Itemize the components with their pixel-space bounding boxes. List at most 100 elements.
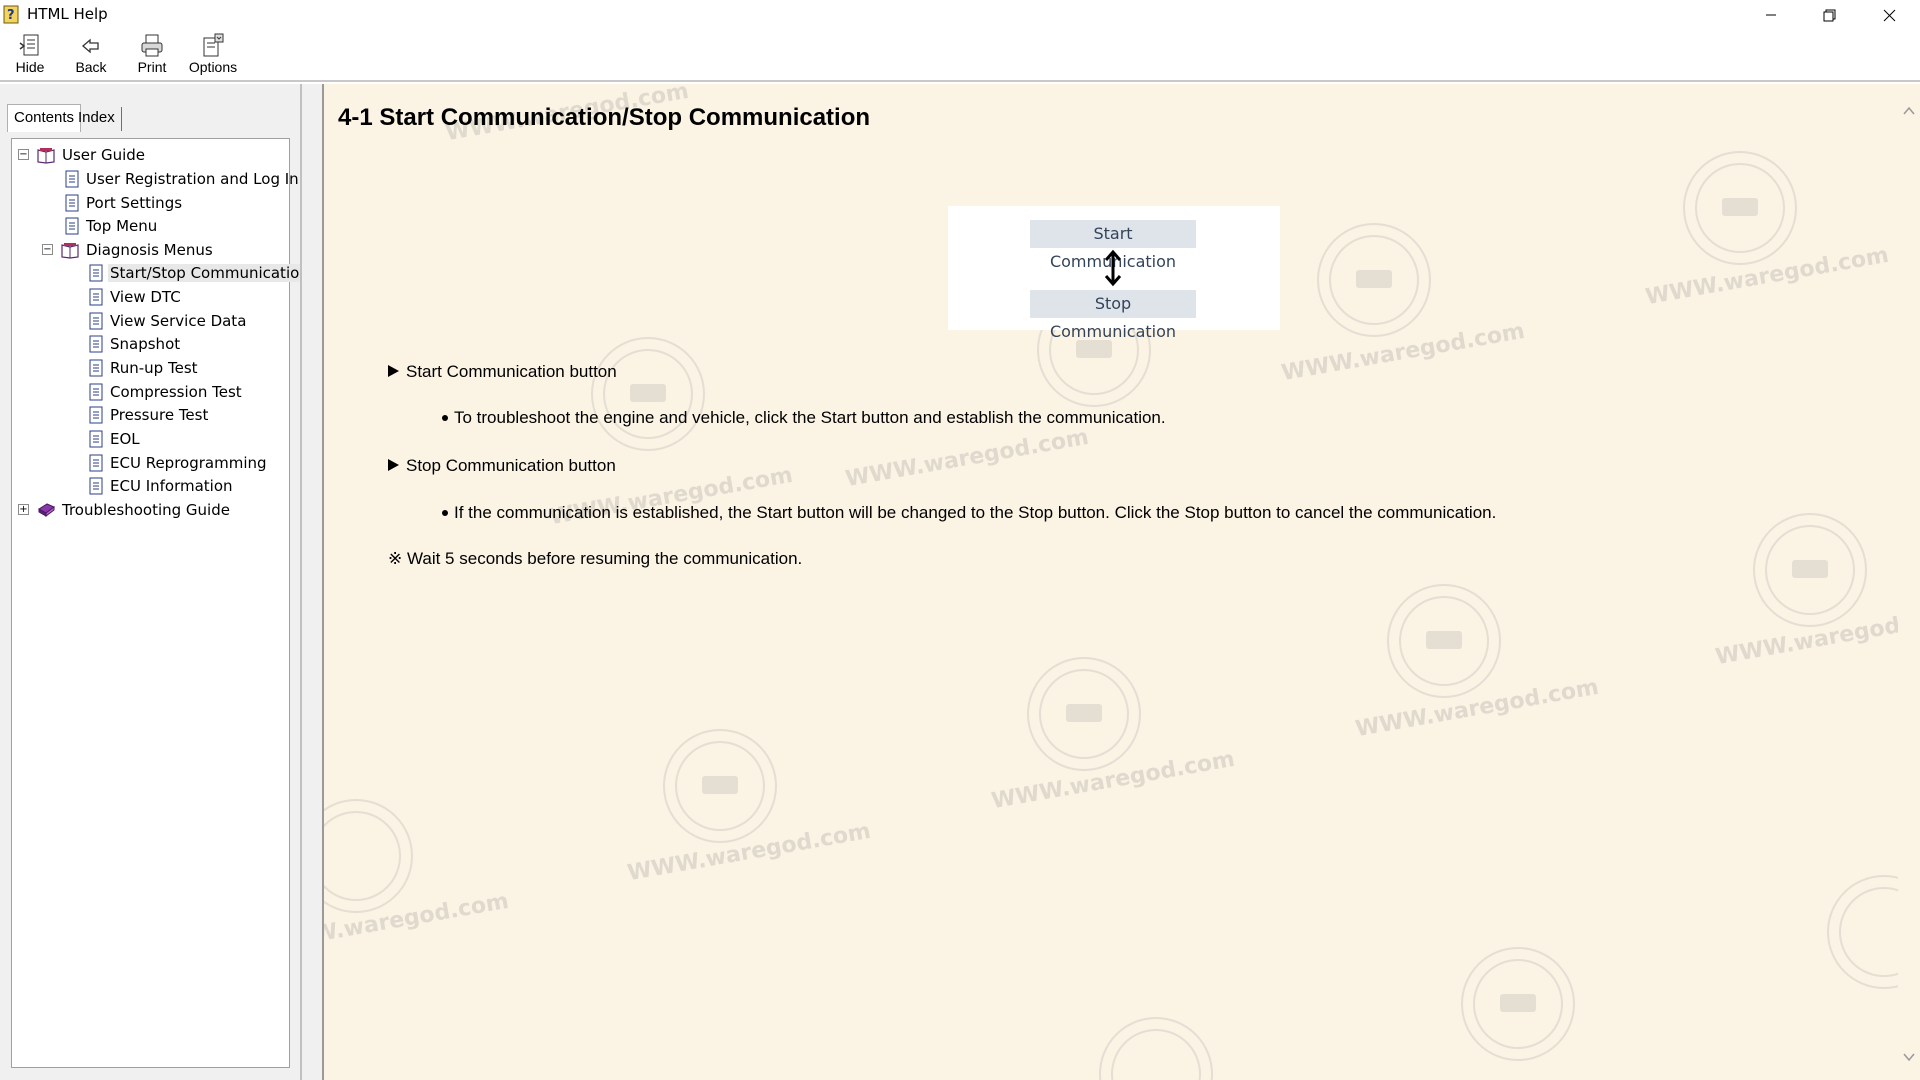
tree-label: Start/Stop Communication <box>108 264 311 282</box>
section-heading-text: Start Communication button <box>406 362 617 381</box>
communication-diagram: Start Communication Stop Communication <box>948 206 1280 341</box>
printer-icon <box>141 34 163 57</box>
tree-label: Top Menu <box>86 217 158 235</box>
section-heading-text: Stop Communication button <box>406 456 616 475</box>
tree-item-compression-test[interactable]: Compression Test <box>88 381 244 403</box>
tree-item-troubleshooting-guide[interactable]: Troubleshooting Guide <box>36 499 232 521</box>
page-icon <box>89 454 103 472</box>
page-title: 4-1 Start Communication/Stop Communicati… <box>338 104 871 131</box>
watermark-text: WWW.waregod.com <box>1279 318 1527 387</box>
watermark-text: WWW.waregod.com <box>625 818 873 887</box>
print-label: Print <box>137 59 167 75</box>
diagram-start-communication: Start Communication <box>1030 220 1196 271</box>
tree-item-snapshot[interactable]: Snapshot <box>88 333 182 355</box>
help-app-icon: ? <box>3 5 19 24</box>
back-button[interactable]: Back <box>63 32 119 80</box>
navigation-pane: Contents Index − User Guide User Registr… <box>0 84 311 1080</box>
watermark-text: WWW.waregod.com <box>1643 242 1891 311</box>
page-icon <box>89 477 103 495</box>
note-text: ※ Wait 5 seconds before resuming the com… <box>388 549 803 568</box>
watermark-text: WWW.waregod.com <box>1353 674 1601 743</box>
tab-index[interactable]: Index <box>72 107 122 131</box>
tree-label: Snapshot <box>110 335 181 353</box>
tree-label: ECU Reprogramming <box>110 454 267 472</box>
tree-item-diagnosis-menus[interactable]: Diagnosis Menus <box>60 239 215 261</box>
page-icon <box>65 217 79 235</box>
scroll-down-icon[interactable] <box>1902 1050 1916 1064</box>
hide-label: Hide <box>15 59 45 75</box>
title-bar: ? HTML Help <box>0 0 1920 30</box>
watermark-text: WWW.waregod.com <box>1713 602 1920 671</box>
back-label: Back <box>75 59 107 75</box>
toolbar: Hide Back Print Options <box>0 30 1920 82</box>
page-icon <box>89 264 103 282</box>
tree-item-start-stop-communication[interactable]: Start/Stop Communication <box>88 262 311 284</box>
bullet-text: To troubleshoot the engine and vehicle, … <box>454 408 1166 427</box>
back-arrow-icon <box>82 38 99 54</box>
nav-tabs: Contents Index <box>4 104 304 132</box>
tree-item-ecu-information[interactable]: ECU Information <box>88 475 235 497</box>
tree-item-user-registration[interactable]: User Registration and Log In <box>64 168 301 190</box>
collapse-diagnosis-menus-icon[interactable]: − <box>42 244 53 255</box>
options-label: Options <box>188 59 238 75</box>
tree-label: Compression Test <box>110 383 242 401</box>
restore-icon <box>1823 9 1835 21</box>
page-icon <box>89 312 103 330</box>
scroll-up-icon[interactable] <box>1902 104 1916 118</box>
page-icon <box>89 288 103 306</box>
page-icon <box>89 335 103 353</box>
watermark-text: WWW.waregod.com <box>324 888 511 957</box>
tab-contents[interactable]: Contents <box>7 104 82 132</box>
tree-label: EOL <box>110 430 140 448</box>
tree-item-eol[interactable]: EOL <box>88 428 142 450</box>
hide-pane-icon <box>19 34 39 56</box>
tree-item-ecu-reprogramming[interactable]: ECU Reprogramming <box>88 452 269 474</box>
tree-label: View DTC <box>110 288 181 306</box>
tree-label: View Service Data <box>110 312 247 330</box>
window-title: HTML Help <box>27 5 108 23</box>
hide-button[interactable]: Hide <box>2 32 58 80</box>
section-heading-stop: Stop Communication button <box>388 456 616 476</box>
collapse-user-guide-icon[interactable]: − <box>18 149 29 160</box>
page-icon <box>89 406 103 424</box>
tree-label: Run-up Test <box>110 359 198 377</box>
vertical-scrollbar[interactable] <box>1898 84 1920 1080</box>
page-icon <box>89 430 103 448</box>
contents-tree: − User Guide User Registration and Log I… <box>11 138 311 1068</box>
tree-item-view-service-data[interactable]: View Service Data <box>88 310 248 332</box>
tree-item-pressure-test[interactable]: Pressure Test <box>88 404 210 426</box>
tree-item-user-guide[interactable]: User Guide <box>36 144 147 166</box>
content-pane: WWW.waregod.com WWW.waregod.com WWW.ware… <box>324 84 1920 1080</box>
page-icon <box>65 194 79 212</box>
tree-label: User Registration and Log In <box>86 170 299 188</box>
tree-label: Diagnosis Menus <box>86 241 213 259</box>
options-button[interactable]: Options <box>185 32 241 80</box>
print-button[interactable]: Print <box>124 32 180 80</box>
options-icon <box>203 33 224 57</box>
diagram-stop-communication: Stop Communication <box>1030 290 1196 341</box>
tree-label: User Guide <box>62 146 146 164</box>
pane-splitter[interactable] <box>300 84 324 1080</box>
bullet-dot-icon <box>442 510 448 516</box>
section-bullet-start: To troubleshoot the engine and vehicle, … <box>442 408 1166 428</box>
restore-button[interactable] <box>1800 0 1858 30</box>
page-icon <box>89 359 103 377</box>
section-bullet-stop: If the communication is established, the… <box>442 503 1496 523</box>
section-heading-start: Start Communication button <box>388 362 617 382</box>
tree-item-run-up-test[interactable]: Run-up Test <box>88 357 200 379</box>
minimize-icon <box>1766 14 1776 16</box>
open-book-icon <box>61 243 79 259</box>
tree-item-top-menu[interactable]: Top Menu <box>64 215 159 237</box>
closed-book-icon <box>38 503 55 517</box>
tree-item-port-settings[interactable]: Port Settings <box>64 192 184 214</box>
close-icon <box>1883 9 1895 21</box>
close-button[interactable] <box>1858 0 1920 30</box>
tree-label: Troubleshooting Guide <box>62 501 230 519</box>
page-icon <box>65 170 79 188</box>
minimize-button[interactable] <box>1742 0 1800 30</box>
svg-text:?: ? <box>7 8 15 23</box>
triangle-bullet-icon <box>388 459 399 471</box>
tree-item-view-dtc[interactable]: View DTC <box>88 286 183 308</box>
tree-label: Pressure Test <box>110 406 209 424</box>
expand-troubleshooting-guide-icon[interactable]: + <box>18 504 29 515</box>
